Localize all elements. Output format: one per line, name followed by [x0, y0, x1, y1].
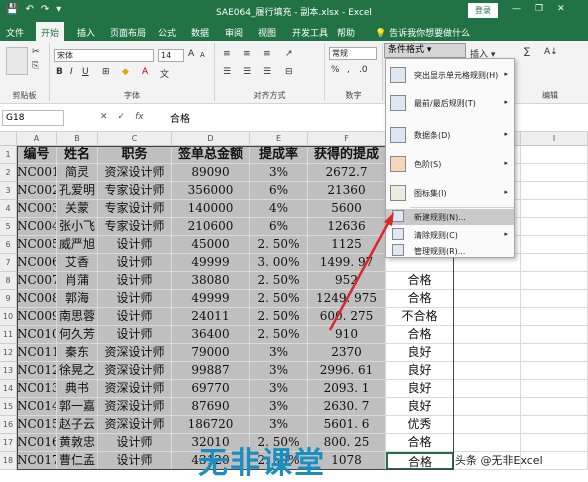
watermark: 无非课堂 [198, 446, 326, 481]
credit-label: 头条 @无非Excel [455, 454, 543, 467]
annotation-arrow [328, 212, 394, 331]
